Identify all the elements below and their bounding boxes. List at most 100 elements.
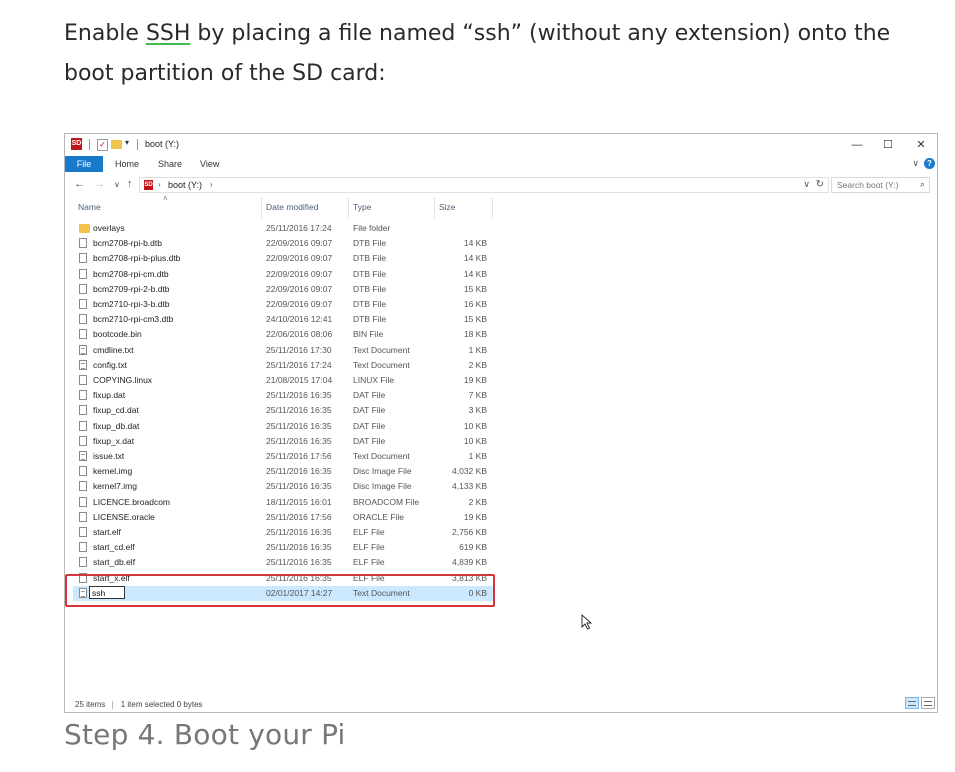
expand-ribbon-icon[interactable]: ∨ — [912, 158, 919, 169]
search-icon[interactable]: ⌕ — [920, 179, 925, 190]
table-row[interactable]: start_cd.elf 25/11/2016 16:35 ELF File 619 … — [73, 540, 493, 555]
file-size: 10 KB — [463, 435, 487, 446]
file-name: config.txt — [93, 359, 128, 370]
table-row[interactable]: fixup_db.dat 25/11/2016 16:35 DAT File 10 K… — [73, 419, 493, 434]
file-date: 25/11/2016 16:35 — [266, 390, 332, 401]
file-icon — [79, 253, 87, 264]
file-icon — [79, 329, 87, 340]
breadcrumb-boot[interactable]: boot (Y:) — [168, 180, 202, 190]
file-icon — [79, 314, 87, 325]
column-header-date[interactable]: Date modified — [266, 202, 318, 216]
file-type: Disc Image File — [353, 466, 412, 477]
table-row[interactable]: config.txt 25/11/2016 17:24 Text Document 2… — [73, 358, 493, 373]
up-arrow-icon[interactable]: ↑ — [127, 178, 133, 190]
file-size: 4,032 KB — [452, 466, 487, 477]
table-row[interactable]: LICENSE.oracle 25/11/2016 17:56 ORACLE Fil… — [73, 510, 493, 525]
properties-check-icon[interactable]: ✓ — [97, 139, 108, 151]
sd-card-icon: SD — [144, 180, 153, 190]
table-row[interactable]: LICENCE.broadcom 18/11/2015 16:01 BROADCOM… — [73, 495, 493, 510]
details-view-icon[interactable] — [905, 697, 919, 709]
file-type: Text Document — [353, 451, 410, 461]
text-file-icon — [79, 344, 87, 355]
navigation-bar: ← → ∨ ↑ SD › boot (Y:) › ∨ ↻ Search boot… — [65, 174, 937, 196]
status-bar: 25 items 1 item selected 0 bytes — [75, 700, 203, 709]
file-name: start.elf — [93, 527, 121, 537]
maximize-button[interactable]: ☐ — [873, 136, 903, 154]
text-file-icon — [79, 359, 87, 370]
file-icon — [79, 542, 87, 553]
column-header-name[interactable]: Name — [78, 202, 101, 216]
close-button[interactable]: ✕ — [906, 136, 936, 154]
table-row[interactable]: bcm2708-rpi-cm.dtb 22/09/2016 09:07 DTB Fi… — [73, 267, 493, 282]
recent-locations-icon[interactable]: ∨ — [114, 180, 120, 189]
table-row[interactable]: cmdline.txt 25/11/2016 17:30 Text Document… — [73, 343, 493, 358]
file-size: 2 KB — [468, 359, 487, 370]
table-row[interactable]: start.elf 25/11/2016 16:35 ELF File 2,756 K… — [73, 525, 493, 540]
tab-file[interactable]: File — [65, 156, 103, 172]
table-row[interactable]: bootcode.bin 22/06/2016 08:06 BIN File 18 K… — [73, 327, 493, 342]
file-date: 25/11/2016 16:35 — [266, 466, 332, 477]
column-divider[interactable] — [434, 197, 435, 219]
file-name: fixup_cd.dat — [93, 405, 139, 416]
file-size: 4,133 KB — [452, 481, 487, 492]
forward-arrow-icon[interactable]: → — [94, 178, 105, 190]
table-row[interactable]: fixup_cd.dat 25/11/2016 16:35 DAT File 3 KB — [73, 403, 493, 418]
table-row[interactable]: overlays 25/11/2016 17:24 File folder — [73, 221, 493, 236]
table-row[interactable]: kernel.img 25/11/2016 16:35 Disc Image Fil… — [73, 464, 493, 479]
column-header-size[interactable]: Size — [439, 202, 456, 216]
ssh-link[interactable]: SSH — [146, 21, 190, 46]
column-divider[interactable] — [261, 197, 262, 219]
table-row[interactable]: bcm2710-rpi-3-b.dtb 22/09/2016 09:07 DTB F… — [73, 297, 493, 312]
selection-info: 1 item selected 0 bytes — [120, 700, 203, 709]
file-type: Text Document — [353, 359, 410, 370]
table-row[interactable]: bcm2708-rpi-b.dtb 22/09/2016 09:07 DTB Fil… — [73, 236, 493, 251]
breadcrumb-separator[interactable]: › — [210, 180, 213, 189]
column-header-type[interactable]: Type — [353, 202, 371, 216]
column-divider[interactable] — [348, 197, 349, 219]
table-row[interactable]: kernel7.img 25/11/2016 16:35 Disc Image Fi… — [73, 479, 493, 494]
address-dropdown-icon[interactable]: ∨ — [803, 179, 810, 190]
help-icon[interactable]: ? — [924, 158, 935, 169]
new-folder-icon[interactable] — [111, 140, 122, 149]
quick-access-dropdown-icon[interactable]: ▾ — [125, 138, 129, 147]
folder-icon — [79, 224, 90, 233]
table-row[interactable]: issue.txt 25/11/2016 17:56 Text Document 1 … — [73, 449, 493, 464]
table-row[interactable]: bcm2709-rpi-2-b.dtb 22/09/2016 09:07 DTB F… — [73, 282, 493, 297]
table-row[interactable]: bcm2708-rpi-b-plus.dtb 22/09/2016 09:07 DT… — [73, 251, 493, 266]
tab-home[interactable]: Home — [115, 156, 139, 172]
file-size: 10 KB — [463, 420, 487, 431]
step-4-heading: Step 4. Boot your Pi — [64, 718, 346, 751]
file-name: fixup_x.dat — [93, 435, 135, 446]
back-arrow-icon[interactable]: ← — [74, 178, 85, 190]
table-row[interactable]: COPYING.linux 21/08/2015 17:04 LINUX File 1… — [73, 373, 493, 388]
file-icon — [79, 283, 87, 294]
minimize-button[interactable]: — — [842, 136, 872, 154]
title-bar: SD ✓ ▾ boot (Y:) — ☐ ✕ — [65, 134, 937, 156]
file-name: LICENSE.oracle — [93, 511, 155, 522]
file-name: fixup_db.dat — [93, 420, 140, 431]
tab-share[interactable]: Share — [158, 156, 182, 172]
column-divider[interactable] — [492, 197, 493, 219]
file-date: 25/11/2016 16:35 — [266, 481, 332, 492]
table-row[interactable]: fixup_x.dat 25/11/2016 16:35 DAT File 10 KB — [73, 434, 493, 449]
file-type: ELF File — [353, 527, 385, 537]
file-icon — [79, 238, 87, 249]
table-row[interactable]: fixup.dat 25/11/2016 16:35 DAT File 7 KB — [73, 388, 493, 403]
file-date: 25/11/2016 17:56 — [266, 511, 332, 522]
address-bar[interactable]: SD › boot (Y:) › ∨ ↻ — [139, 177, 829, 193]
item-count: 25 items — [75, 700, 106, 709]
file-explorer-window: SD ✓ ▾ boot (Y:) — ☐ ✕ File Home Share V… — [64, 133, 938, 713]
file-size: 14 KB — [463, 268, 487, 279]
refresh-icon[interactable]: ↻ — [816, 179, 824, 190]
table-row[interactable]: start_db.elf 25/11/2016 16:35 ELF File 4,83… — [73, 555, 493, 570]
file-date: 25/11/2016 17:24 — [266, 223, 332, 233]
table-row[interactable]: bcm2710-rpi-cm3.dtb 24/10/2016 12:41 DTB F… — [73, 312, 493, 327]
large-icons-view-icon[interactable] — [921, 697, 935, 709]
breadcrumb-separator[interactable]: › — [158, 180, 161, 189]
file-size: 2,756 KB — [452, 527, 487, 537]
search-input[interactable]: Search boot (Y:) ⌕ — [831, 177, 930, 193]
file-type: ELF File — [353, 542, 385, 553]
file-size: 15 KB — [463, 314, 487, 325]
file-size: 15 KB — [463, 283, 487, 294]
tab-view[interactable]: View — [200, 156, 219, 172]
